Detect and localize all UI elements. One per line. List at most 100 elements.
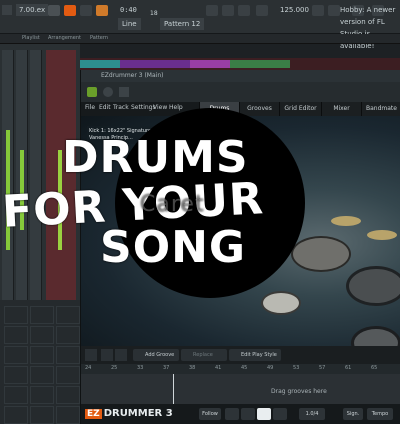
snap-selector[interactable]: Line	[118, 18, 141, 30]
song-position: 0:40	[120, 6, 137, 14]
stop-icon[interactable]	[80, 5, 92, 16]
view-item[interactable]: Arrangement	[48, 35, 81, 41]
overlay-title-line: SONG	[100, 222, 247, 273]
tempo-label[interactable]: Tempo	[367, 408, 393, 420]
loop-icon[interactable]	[225, 408, 239, 420]
grid-cell[interactable]	[4, 386, 28, 404]
plugin-title: EZdrummer 3 (Main)	[81, 70, 400, 82]
drum-piece[interactable]	[261, 291, 301, 315]
browser-icon[interactable]	[312, 5, 324, 16]
signature-label[interactable]: Sign.	[343, 408, 363, 420]
play-icon[interactable]	[64, 5, 76, 16]
ruler-tick: 24	[85, 365, 92, 371]
add-groove-button[interactable]: Add Groove	[133, 349, 179, 361]
grid-cell[interactable]	[4, 406, 28, 424]
mixer-icon[interactable]	[328, 5, 340, 16]
color-segment	[120, 60, 190, 68]
grid-cell[interactable]	[56, 386, 80, 404]
tab-grid-editor[interactable]: Grid Editor	[279, 102, 321, 116]
groove-toolbar: Add Groove Replace With... Edit Play Sty…	[81, 346, 400, 370]
ruler-tick: 61	[345, 365, 352, 371]
record-icon[interactable]	[96, 5, 108, 16]
tab-mixer[interactable]: Mixer	[321, 102, 361, 116]
grid-cell[interactable]	[56, 306, 80, 324]
menu-help[interactable]: Help	[169, 104, 183, 111]
close-icon[interactable]	[115, 349, 127, 361]
bpm-display: 125.000	[280, 6, 309, 14]
version-label: 7.00.ex	[16, 4, 49, 16]
grid-cell[interactable]	[4, 326, 28, 344]
ruler-tick: 25	[111, 365, 118, 371]
tab-bandmate[interactable]: Bandmate	[361, 102, 400, 116]
drum-piece[interactable]	[291, 236, 351, 272]
menu-settings[interactable]: Settings	[131, 104, 156, 111]
follow-button[interactable]: Follow	[199, 408, 221, 420]
settings-icon[interactable]	[119, 87, 129, 97]
view-item[interactable]: Playlist	[22, 35, 40, 41]
pattern-selector[interactable]: Pattern 12	[160, 18, 205, 30]
tool-icon[interactable]	[238, 5, 250, 16]
replace-with-button[interactable]: Replace With...	[181, 349, 227, 370]
tempo-value[interactable]: 1.0/4	[299, 408, 325, 420]
pointer-icon[interactable]	[85, 349, 97, 361]
ruler-tick: 41	[215, 365, 222, 371]
hint-bar: Hobby: A newer version of FL Studio is a…	[340, 6, 396, 50]
grid-cell[interactable]	[56, 326, 80, 344]
split-icon[interactable]	[101, 349, 113, 361]
ruler-tick: 65	[371, 365, 378, 371]
grid-cell[interactable]	[30, 346, 54, 364]
grid-cell[interactable]	[30, 406, 54, 424]
menu-edit[interactable]: Edit	[99, 104, 111, 111]
daw-top-toolbar: 7.00.ex 0:40 18 Pattern 12 Line 125.000 …	[0, 0, 400, 50]
ruler-tick: 33	[137, 365, 144, 371]
menu-file[interactable]: File	[85, 104, 95, 111]
color-segment	[190, 60, 230, 68]
menu-icon[interactable]	[2, 5, 12, 15]
view-bar: Playlist Arrangement Pattern	[0, 34, 400, 44]
view-item[interactable]: Pattern	[90, 35, 108, 41]
drum-piece[interactable]	[346, 266, 400, 306]
color-segment	[80, 60, 120, 68]
power-icon[interactable]	[87, 87, 97, 97]
logo-text: DRUMMER 3	[103, 408, 173, 419]
grid-cell[interactable]	[30, 306, 54, 324]
grid-cell[interactable]	[56, 346, 80, 364]
preset-icon[interactable]	[103, 87, 113, 97]
tool-icon[interactable]	[206, 5, 218, 16]
tool-icon[interactable]	[256, 5, 268, 16]
track-color-bar	[80, 60, 290, 68]
drop-hint: Drag grooves here	[271, 388, 327, 395]
rewind-icon[interactable]	[48, 5, 60, 16]
grid-cell[interactable]	[4, 306, 28, 324]
grid-cell[interactable]	[4, 346, 28, 364]
cymbal[interactable]	[331, 216, 361, 226]
menu-track[interactable]: Track	[113, 104, 129, 111]
tool-icon[interactable]	[222, 5, 234, 16]
stop-icon[interactable]	[241, 408, 255, 420]
cymbal[interactable]	[367, 230, 397, 240]
groove-lane[interactable]: Drag grooves here	[81, 374, 400, 404]
record-icon[interactable]	[273, 408, 287, 420]
menu-view[interactable]: View	[153, 104, 167, 111]
ruler-tick: 45	[241, 365, 248, 371]
logo-badge: EZ	[85, 409, 102, 419]
song-position-sub: 18	[150, 10, 158, 17]
ezdrummer-logo: EZ DRUMMER 3	[85, 408, 173, 422]
channel-grid	[0, 300, 80, 424]
grid-cell[interactable]	[30, 366, 54, 384]
ruler-tick: 49	[267, 365, 274, 371]
grid-cell[interactable]	[30, 386, 54, 404]
ruler-tick: 53	[293, 365, 300, 371]
playhead[interactable]	[173, 374, 174, 404]
grid-cell[interactable]	[56, 366, 80, 384]
grid-cell[interactable]	[56, 406, 80, 424]
timeline-ruler[interactable]: 24 25 33 37 38 41 45 49 53 57 61 65	[81, 364, 400, 374]
plugin-toolbar	[81, 82, 400, 102]
grid-cell[interactable]	[4, 366, 28, 384]
grid-cell[interactable]	[30, 326, 54, 344]
play-icon[interactable]	[257, 408, 271, 420]
edit-play-style-button[interactable]: Edit Play Style	[229, 349, 281, 361]
color-segment	[230, 60, 290, 68]
transport-bar: EZ DRUMMER 3 Follow 1.0/4 Sign. Tempo	[81, 404, 400, 424]
ruler-tick: 37	[163, 365, 170, 371]
